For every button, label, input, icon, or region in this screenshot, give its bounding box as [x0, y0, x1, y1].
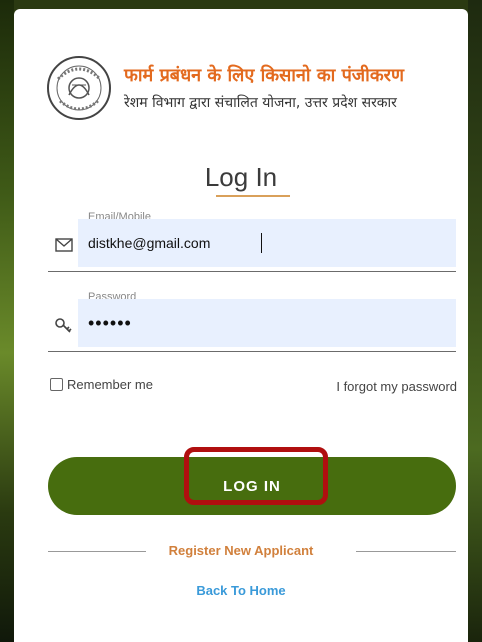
page-title: Log In [204, 162, 278, 192]
email-input[interactable] [78, 219, 456, 267]
title-underline [216, 195, 290, 197]
register-link[interactable]: Register New Applicant [14, 543, 468, 558]
portal-subtitle: रेशम विभाग द्वारा संचालित योजना, उत्तर प… [124, 95, 397, 111]
forgot-password-link[interactable]: I forgot my password [336, 379, 457, 394]
login-card: फार्म प्रबंधन के लिए किसानो का पंजीकरण र… [14, 9, 468, 642]
remember-me-checkbox[interactable]: Remember me [50, 377, 153, 392]
portal-title: फार्म प्रबंधन के लिए किसानो का पंजीकरण [124, 65, 405, 86]
brand-header: फार्म प्रबंधन के लिए किसानो का पंजीकरण र… [46, 55, 466, 129]
key-icon [55, 318, 72, 333]
text-caret [261, 233, 262, 253]
background-left [0, 0, 14, 642]
remember-me-label: Remember me [67, 377, 153, 392]
emblem-seal-icon [47, 56, 111, 120]
login-highlight-box [184, 447, 328, 505]
back-home-link[interactable]: Back To Home [14, 583, 468, 598]
email-field [48, 219, 456, 272]
background-right [468, 0, 482, 642]
checkbox-box[interactable] [50, 378, 63, 391]
password-field [48, 299, 456, 352]
envelope-icon [55, 238, 73, 252]
password-input[interactable] [78, 299, 456, 347]
